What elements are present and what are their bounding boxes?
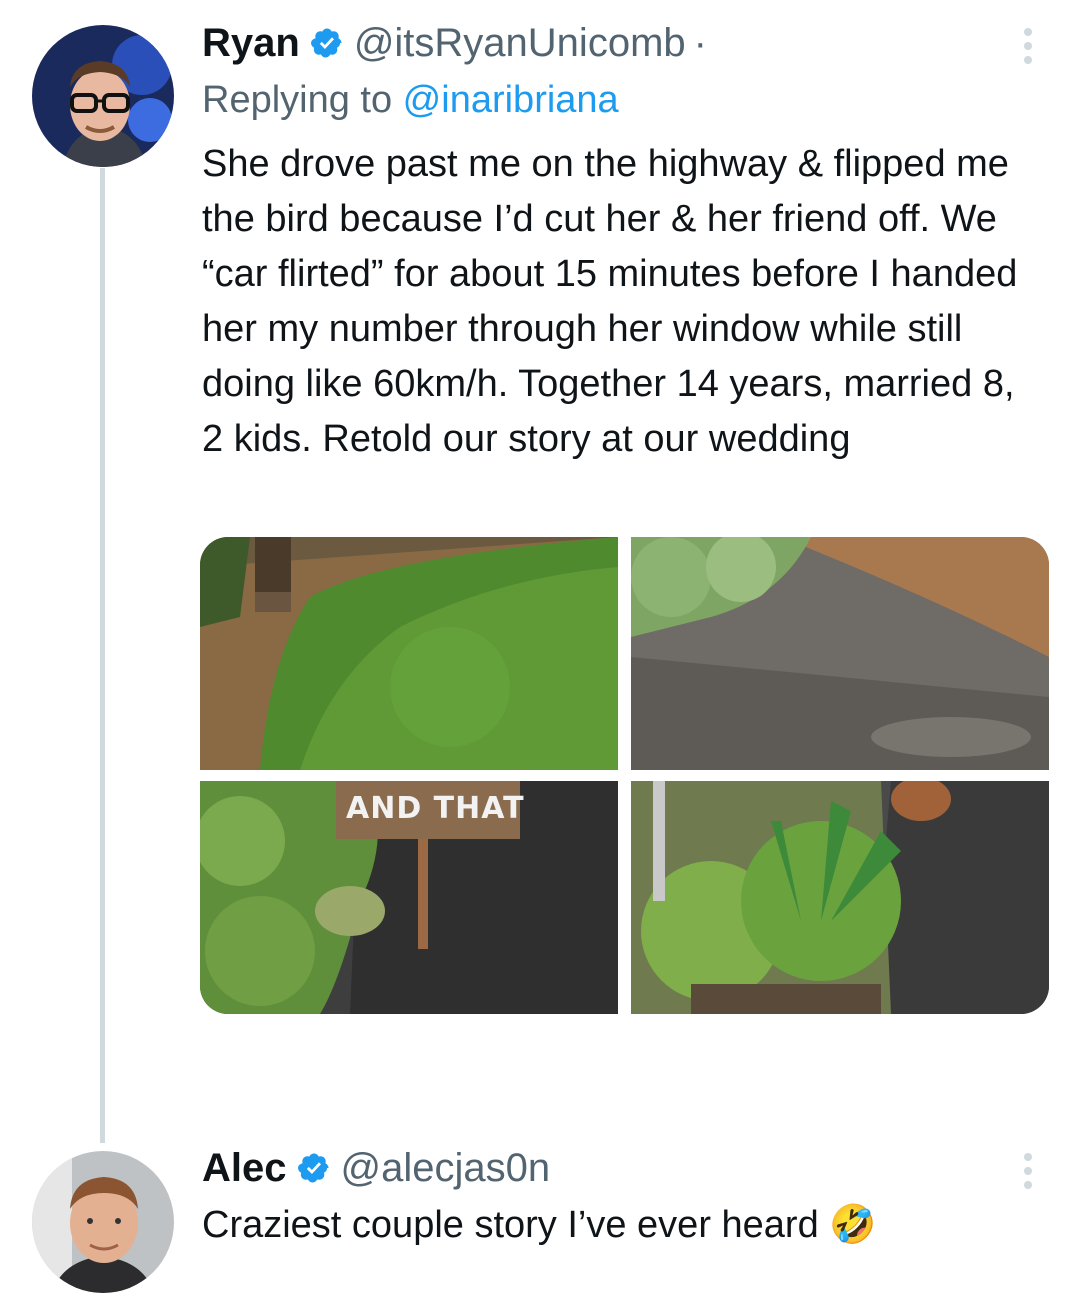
verified-badge-icon	[310, 26, 344, 60]
tweet-text: Craziest couple story I’ve ever heard 🤣	[202, 1204, 877, 1246]
tweet-header: Ryan @itsRyanUnicomb ·	[202, 19, 1080, 67]
media-photo-lawn[interactable]	[200, 537, 618, 770]
thread-line	[100, 168, 105, 1143]
replying-to-mention[interactable]: @inaribriana	[403, 79, 619, 121]
sign-text: AND THAT	[346, 791, 525, 826]
verified-badge-icon	[297, 1151, 331, 1185]
media-photo-path[interactable]	[631, 537, 1049, 770]
media-photo-plants[interactable]	[631, 781, 1049, 1014]
replying-to: Replying to @inaribriana	[202, 77, 1080, 123]
tweet-text: She drove past me on the highway & flipp…	[202, 143, 1018, 460]
display-name[interactable]: Alec	[202, 1144, 287, 1192]
user-handle[interactable]: @itsRyanUnicomb	[354, 19, 686, 67]
more-options-icon[interactable]	[1020, 28, 1036, 64]
avatar-ryan[interactable]	[32, 25, 174, 167]
separator-dot: ·	[693, 21, 707, 65]
tweet-media-grid[interactable]: AND THAT	[200, 537, 1049, 1014]
user-handle[interactable]: @alecjas0n	[341, 1144, 551, 1192]
more-options-icon[interactable]	[1020, 1153, 1036, 1189]
tweet-ryan[interactable]: Ryan @itsRyanUnicomb · Replying to @inar…	[202, 19, 1080, 467]
tweet-alec[interactable]: Alec @alecjas0n Craziest couple story I’…	[202, 1144, 1080, 1253]
media-photo-sign[interactable]: AND THAT	[200, 781, 618, 1014]
tweet-header: Alec @alecjas0n	[202, 1144, 1080, 1192]
avatar-alec[interactable]	[32, 1151, 174, 1293]
display-name[interactable]: Ryan	[202, 19, 300, 67]
replying-prefix: Replying to	[202, 79, 403, 121]
